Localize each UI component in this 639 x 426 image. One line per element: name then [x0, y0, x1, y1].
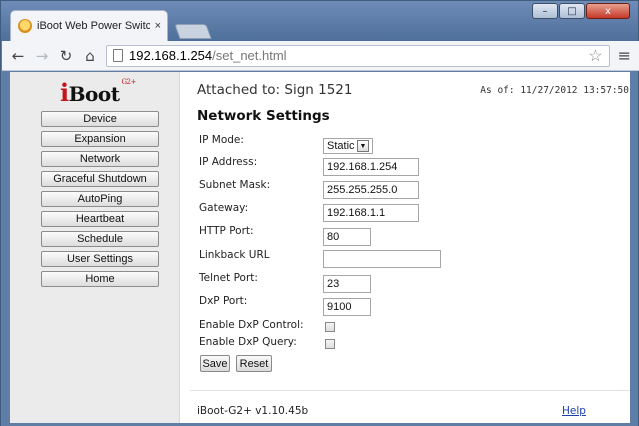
menu-icon[interactable]: ≡	[618, 46, 631, 65]
http-port-label: HTTP Port:	[199, 225, 254, 237]
nav-network-button[interactable]: Network	[41, 151, 159, 167]
enable-dxp-query-label: Enable DxP Query:	[199, 336, 297, 348]
new-tab-button[interactable]	[174, 24, 212, 39]
telnet-port-row: Telnet Port: 23	[199, 272, 499, 293]
maximize-button[interactable]: □	[559, 3, 585, 19]
nav-home-button[interactable]: Home	[41, 271, 159, 287]
title-bar: iBoot Web Power Switch × – □ x	[1, 1, 638, 41]
linkback-url-input[interactable]	[323, 250, 441, 268]
http-port-input[interactable]: 80	[323, 228, 371, 246]
page-icon	[113, 49, 123, 62]
iboot-logo: iBoot G2+	[60, 78, 136, 107]
enable-dxp-control-label: Enable DxP Control:	[199, 319, 304, 331]
address-bar[interactable]: 192.168.1.254/set_net.html ☆	[106, 44, 610, 67]
gateway-input[interactable]: 192.168.1.1	[323, 204, 419, 222]
window-controls: – □ x	[532, 3, 630, 21]
ip-mode-select[interactable]: Static ▼	[323, 138, 373, 154]
tab-title: iBoot Web Power Switch	[37, 20, 150, 32]
dxp-port-label: DxP Port:	[199, 295, 248, 307]
nav-graceful-shutdown-button[interactable]: Graceful Shutdown	[41, 171, 159, 187]
subnet-mask-row: Subnet Mask: 255.255.255.0	[199, 179, 499, 199]
linkback-url-label: Linkback URL	[199, 249, 270, 261]
page-viewport: iBoot G2+ Device Expansion Network Gracef…	[10, 72, 630, 423]
gateway-label: Gateway:	[199, 202, 249, 214]
url-host: 192.168.1.254	[129, 48, 213, 63]
nav-user-settings-button[interactable]: User Settings	[41, 251, 159, 267]
favicon-icon	[18, 19, 32, 33]
browser-window: iBoot Web Power Switch × – □ x ← → ↻ ⌂ 1…	[0, 0, 639, 426]
chevron-down-icon: ▼	[357, 140, 369, 152]
minimize-button[interactable]: –	[532, 3, 558, 19]
subnet-mask-label: Subnet Mask:	[199, 179, 271, 191]
telnet-port-label: Telnet Port:	[199, 272, 258, 284]
forward-icon[interactable]: →	[34, 48, 50, 64]
enable-dxp-query-checkbox[interactable]	[325, 339, 335, 349]
url-path: /set_net.html	[212, 48, 287, 63]
tab-close-icon[interactable]: ×	[155, 20, 161, 32]
telnet-port-input[interactable]: 23	[323, 275, 371, 293]
main-content: Attached to: Sign 1521 As of: 11/27/2012…	[190, 72, 630, 423]
nav-expansion-button[interactable]: Expansion	[41, 131, 159, 147]
enable-dxp-control-checkbox[interactable]	[325, 322, 335, 332]
browser-tab[interactable]: iBoot Web Power Switch ×	[10, 10, 168, 41]
back-icon[interactable]: ←	[10, 48, 26, 64]
sidebar: iBoot G2+ Device Expansion Network Gracef…	[10, 72, 180, 423]
sidebar-nav: Device Expansion Network Graceful Shutdo…	[41, 111, 159, 291]
ip-address-label: IP Address:	[199, 156, 258, 168]
help-link[interactable]: Help	[562, 405, 586, 417]
gateway-row: Gateway: 192.168.1.1	[199, 202, 499, 222]
reload-icon[interactable]: ↻	[58, 48, 74, 64]
home-icon[interactable]: ⌂	[82, 48, 98, 64]
dxp-port-row: DxP Port: 9100	[199, 295, 499, 316]
nav-heartbeat-button[interactable]: Heartbeat	[41, 211, 159, 227]
nav-device-button[interactable]: Device	[41, 111, 159, 127]
ip-mode-label: IP Mode:	[199, 134, 244, 146]
timestamp-text: As of: 11/27/2012 13:57:50	[480, 85, 629, 96]
page-title: Network Settings	[197, 108, 330, 124]
reset-button[interactable]: Reset	[236, 355, 272, 372]
url-text: 192.168.1.254/set_net.html	[129, 48, 287, 63]
nav-autoping-button[interactable]: AutoPing	[41, 191, 159, 207]
linkback-url-row: Linkback URL	[199, 249, 499, 269]
dxp-port-input[interactable]: 9100	[323, 298, 371, 316]
close-window-button[interactable]: x	[586, 3, 630, 19]
enable-dxp-query-row: Enable DxP Query:	[199, 336, 499, 356]
browser-toolbar: ← → ↻ ⌂ 192.168.1.254/set_net.html ☆ ≡	[2, 41, 639, 71]
save-button[interactable]: Save	[200, 355, 230, 372]
version-text: iBoot-G2+ v1.10.45b	[197, 405, 309, 417]
subnet-mask-input[interactable]: 255.255.255.0	[323, 181, 419, 199]
http-port-row: HTTP Port: 80	[199, 225, 499, 246]
star-icon[interactable]: ☆	[588, 46, 602, 66]
footer-divider	[190, 390, 630, 391]
ip-address-row: IP Address: 192.168.1.254	[199, 156, 499, 176]
ip-mode-row: IP Mode: Static ▼	[199, 134, 499, 154]
ip-address-input[interactable]: 192.168.1.254	[323, 158, 419, 176]
attached-device-text: Attached to: Sign 1521	[197, 82, 353, 98]
nav-schedule-button[interactable]: Schedule	[41, 231, 159, 247]
